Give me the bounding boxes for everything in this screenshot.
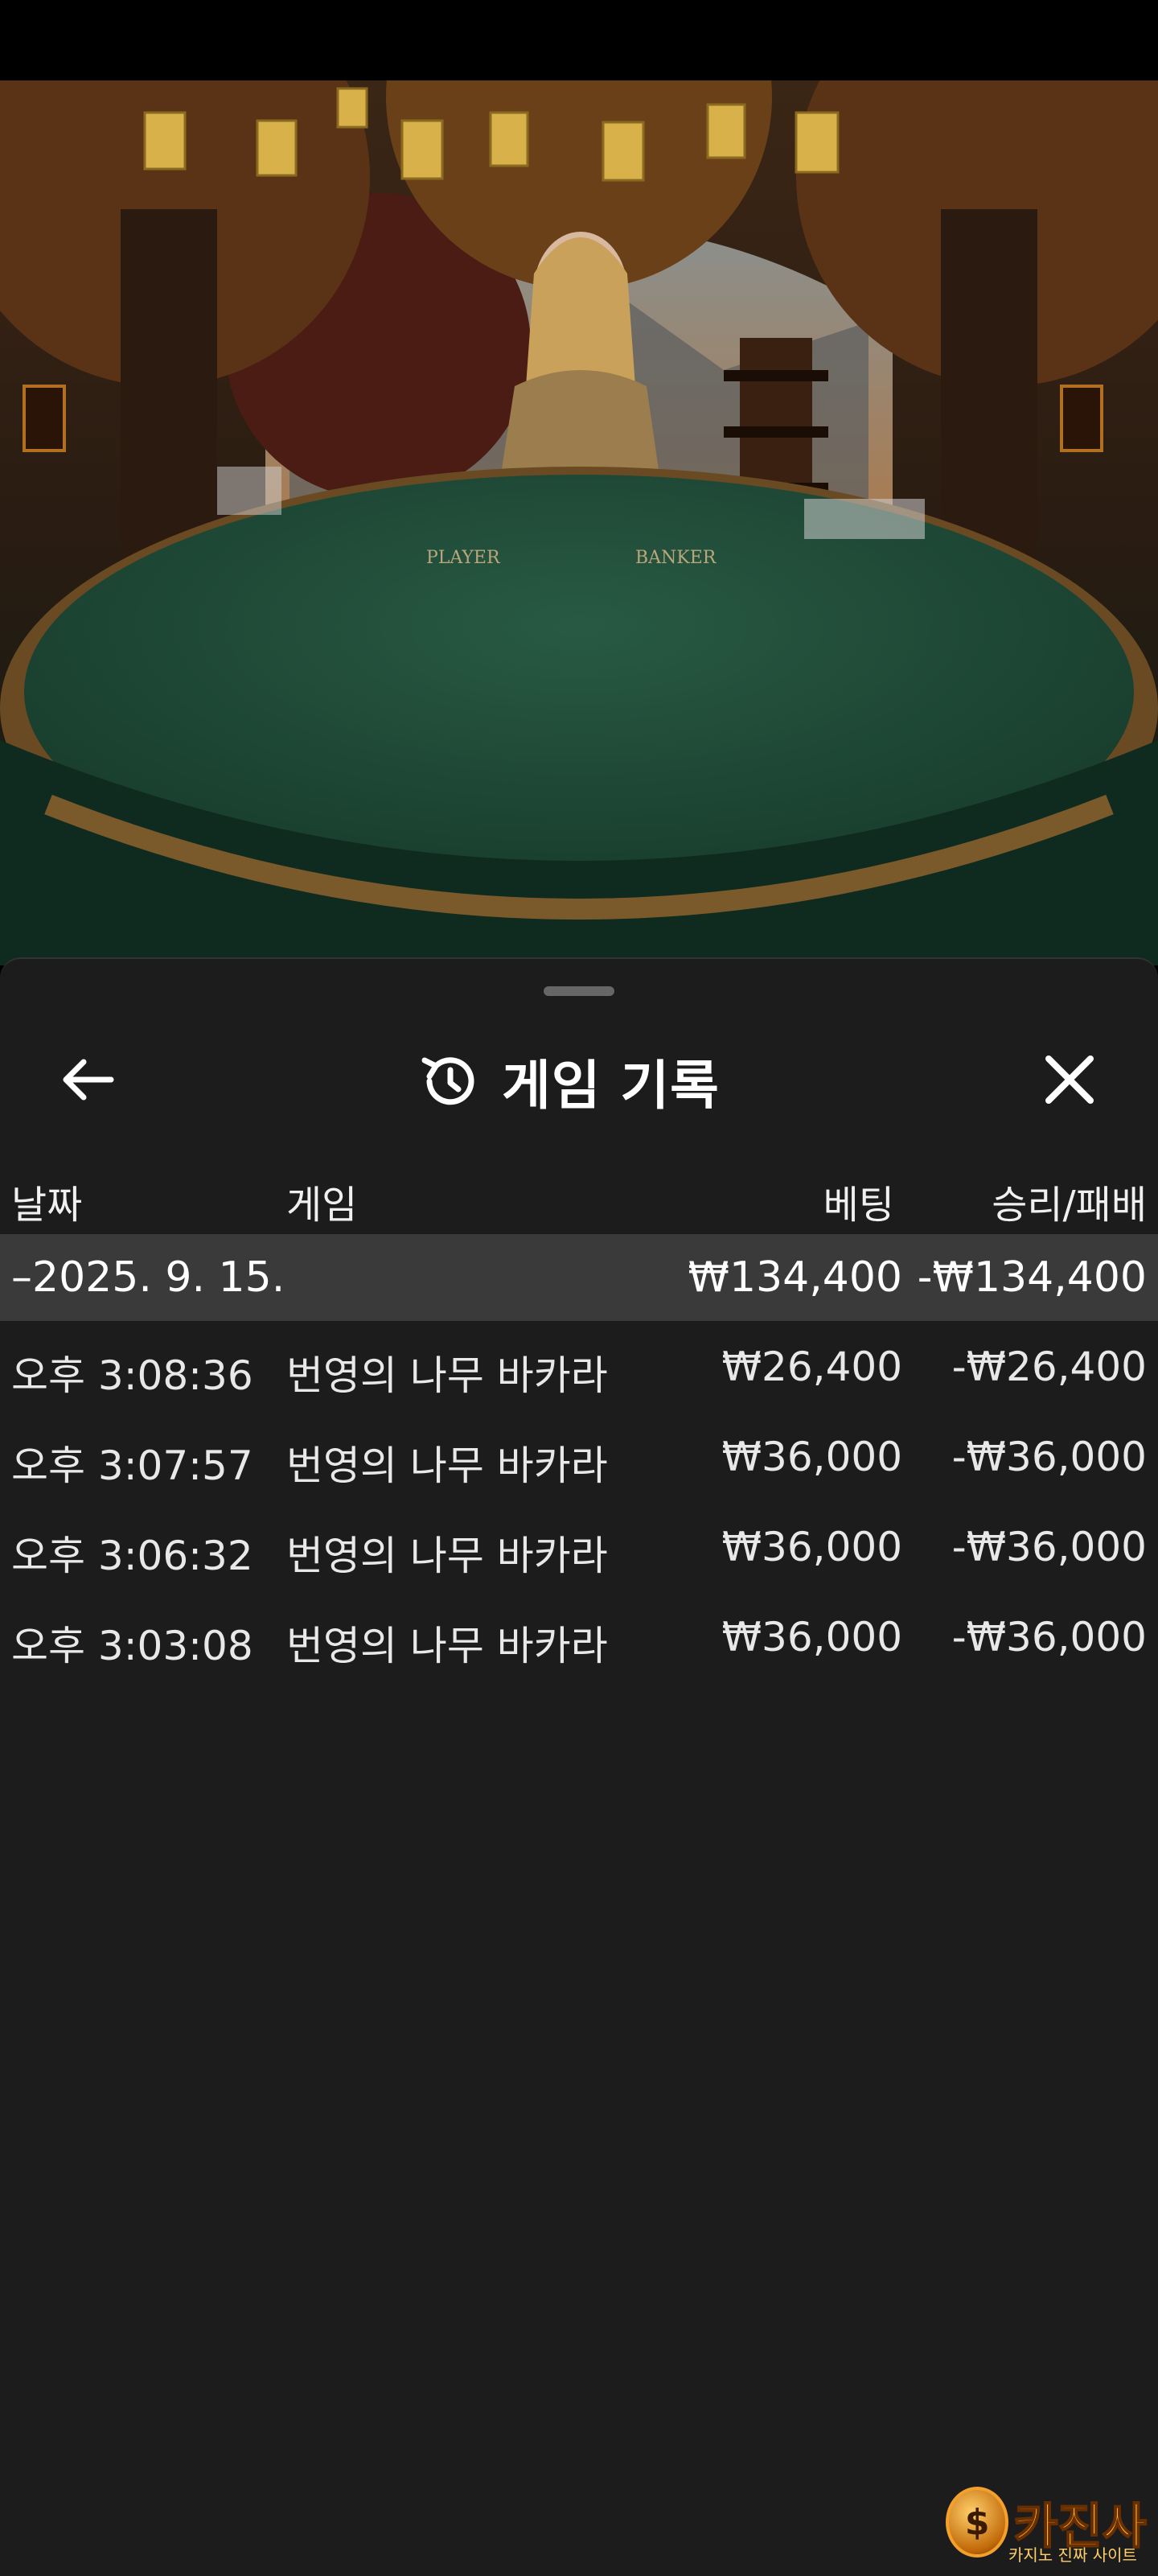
sheet-header: 게임 기록 xyxy=(0,1023,1158,1136)
history-row[interactable]: 오후 3:07:57 번영의 나무 바카라 ₩36,000 -₩36,000 xyxy=(0,1411,1158,1501)
row-result: -₩36,000 xyxy=(951,1614,1147,1660)
coin-logo-icon: $ xyxy=(946,2487,1009,2557)
row-result: -₩36,000 xyxy=(951,1524,1147,1570)
table-label-banker: BANKER xyxy=(635,548,717,568)
page-title: 게임 기록 xyxy=(502,1055,720,1117)
row-bet: ₩36,000 xyxy=(721,1614,902,1660)
history-row[interactable]: 오후 3:08:36 번영의 나무 바카라 ₩26,400 -₩26,400 xyxy=(0,1321,1158,1411)
arrow-left-icon xyxy=(63,1059,114,1101)
game-history-sheet: 게임 기록 날짜 게임 베팅 승리/패배 –2025. 9. 15. ₩134,… xyxy=(0,957,1158,2576)
row-game: 번영의 나무 바카라 xyxy=(286,1442,608,1489)
row-bet: ₩26,400 xyxy=(721,1344,902,1390)
row-time: 오후 3:06:32 xyxy=(11,1533,253,1579)
column-header-bet: 베팅 xyxy=(823,1183,894,1228)
date-group-row[interactable]: –2025. 9. 15. ₩134,400 -₩134,400 xyxy=(0,1234,1158,1321)
row-bet: ₩36,000 xyxy=(721,1434,902,1480)
column-header-date: 날짜 xyxy=(11,1183,83,1228)
row-game: 번영의 나무 바카라 xyxy=(286,1352,608,1399)
column-header-result: 승리/패배 xyxy=(992,1183,1147,1228)
row-game: 번영의 나무 바카라 xyxy=(286,1623,608,1669)
watermark-tagline: 카지노 진짜 사이트 xyxy=(1008,2545,1137,2565)
row-time: 오후 3:08:36 xyxy=(11,1352,253,1399)
history-icon xyxy=(418,1049,482,1113)
row-time: 오후 3:03:08 xyxy=(11,1623,253,1669)
date-group-total-bet: ₩134,400 xyxy=(688,1253,902,1302)
history-row[interactable]: 오후 3:03:08 번영의 나무 바카라 ₩36,000 -₩36,000 xyxy=(0,1591,1158,1681)
row-result: -₩26,400 xyxy=(951,1344,1147,1390)
close-icon xyxy=(1045,1056,1094,1104)
sheet-title: 게임 기록 xyxy=(418,1043,756,1120)
live-dealer-video: PLAYER BANKER xyxy=(0,80,1158,965)
back-button[interactable] xyxy=(45,1046,129,1113)
table-label-player: PLAYER xyxy=(426,548,501,568)
column-header-game: 게임 xyxy=(286,1183,358,1228)
date-group-label: –2025. 9. 15. xyxy=(11,1253,285,1302)
brand-watermark: $ 카진사 카지노 진짜 사이트 xyxy=(946,2484,1148,2565)
history-list: 오후 3:08:36 번영의 나무 바카라 ₩26,400 -₩26,400 오… xyxy=(0,1321,1158,1681)
table-header: 날짜 게임 베팅 승리/패배 xyxy=(0,1152,1158,1241)
baccarat-table-scene: PLAYER BANKER xyxy=(0,80,1158,965)
row-bet: ₩36,000 xyxy=(721,1524,902,1570)
sheet-drag-handle[interactable] xyxy=(544,986,614,996)
close-button[interactable] xyxy=(1031,1041,1108,1118)
history-row[interactable]: 오후 3:06:32 번영의 나무 바카라 ₩36,000 -₩36,000 xyxy=(0,1501,1158,1591)
row-result: -₩36,000 xyxy=(951,1434,1147,1480)
date-group-total-result: -₩134,400 xyxy=(917,1253,1147,1302)
row-time: 오후 3:07:57 xyxy=(11,1442,253,1489)
row-game: 번영의 나무 바카라 xyxy=(286,1533,608,1579)
status-bar xyxy=(0,0,1158,80)
